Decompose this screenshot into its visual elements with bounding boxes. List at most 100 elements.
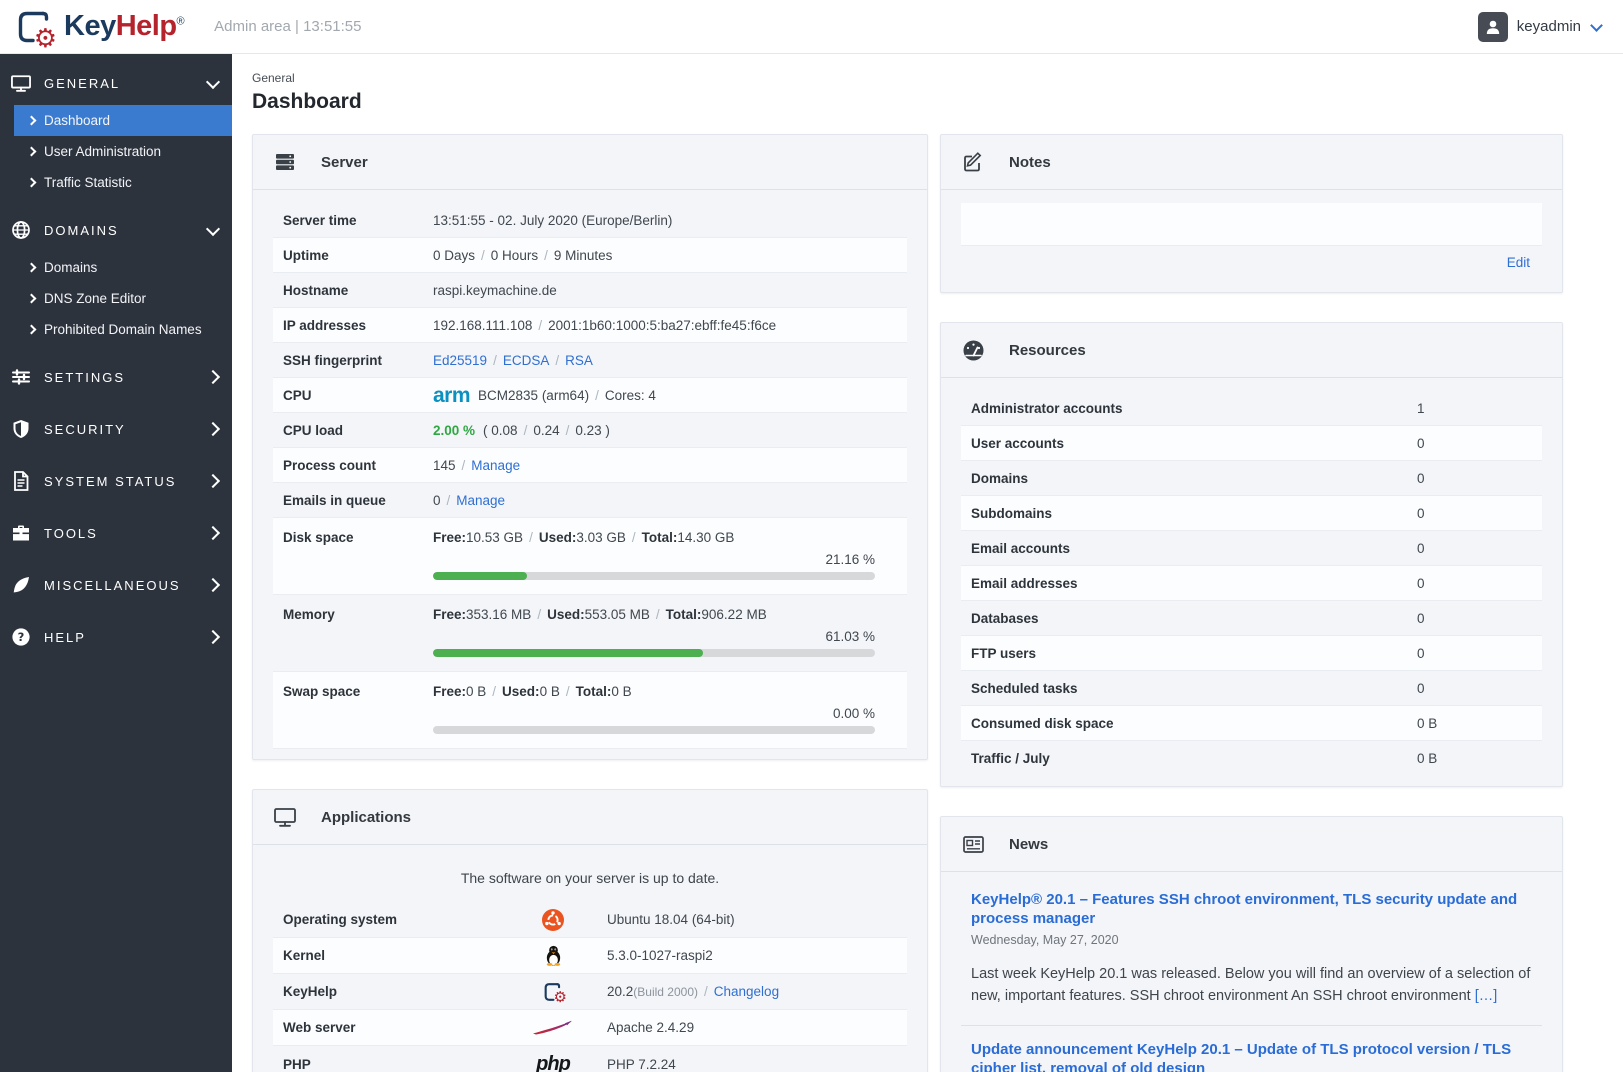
sidebar-section-label: MISCELLANEOUS [44, 577, 181, 593]
applications-panel-header: Applications [253, 790, 927, 845]
value-separator: / [446, 492, 451, 508]
ecdsa-link[interactable]: ECDSA [503, 353, 550, 368]
rsa-link[interactable]: RSA [565, 353, 593, 368]
disk-space-value-text: 10.53 GB [466, 529, 524, 545]
ftp-users-value: 0 [1417, 645, 1425, 661]
news-panel: News KeyHelp® 20.1 – Features SSH chroot… [940, 816, 1563, 1072]
memory-percent: 61.03 % [825, 629, 875, 644]
domains-label: Domains [971, 470, 1029, 486]
news-read-more-link[interactable]: […] [1475, 988, 1498, 1004]
hostname-label: Hostname [283, 282, 349, 298]
server-panel: Server Server time 13:51:55 - 02. July 20… [252, 134, 928, 760]
help-icon: ? [10, 627, 32, 647]
disk-space-percent: 21.16 % [825, 552, 875, 567]
disk-space-value-text: 14.30 GB [677, 529, 735, 545]
php-row: PHP php PHP 7.2.24 [273, 1046, 907, 1072]
php-label: PHP [283, 1056, 311, 1072]
news-title-link[interactable]: Update announcement KeyHelp 20.1 – Updat… [971, 1041, 1532, 1072]
swap-space-bar [433, 726, 875, 734]
user-accounts-value: 0 [1417, 435, 1425, 451]
value-separator: / [555, 352, 560, 368]
subdomains-value: 0 [1417, 505, 1425, 521]
user-menu[interactable]: keyadmin [1477, 11, 1623, 42]
kernel-row: Kernel 5.3.0-1027-raspi2 [273, 938, 907, 974]
traffic-july-value: 0 B [1417, 751, 1438, 766]
chevron-right-icon [26, 177, 37, 188]
sidebar-section-settings[interactable]: SETTINGS [0, 355, 232, 399]
keyhelp-row: KeyHelp ⚙ 20.2 (Build 2000) / Changelog [273, 974, 907, 1010]
sidebar-item-dashboard[interactable]: Dashboard [14, 105, 232, 136]
notes-edit-link[interactable]: Edit [1507, 255, 1530, 270]
cpu-label: CPU [283, 387, 312, 403]
news-item-excerpt: Last week KeyHelp 20.1 was released. Bel… [971, 965, 1531, 1004]
value-separator: / [538, 317, 543, 333]
sidebar-section-general[interactable]: GENERAL [0, 61, 232, 105]
sidebar-section-miscellaneous[interactable]: MISCELLANEOUS [0, 563, 232, 607]
sidebar-item-prohibited-domain-names[interactable]: Prohibited Domain Names [14, 314, 232, 345]
sidebar-item-domains[interactable]: Domains [14, 252, 232, 283]
uptime-value-text: 9 Minutes [553, 247, 613, 263]
resource-row-traffic-july: Traffic / July 0 B [961, 741, 1542, 776]
disk-space-value-text: Used: [538, 529, 577, 545]
sidebar-item-user-administration[interactable]: User Administration [14, 136, 232, 167]
sidebar-section-help[interactable]: ? HELP [0, 615, 232, 659]
sidebar-section-label: GENERAL [44, 75, 121, 91]
swap-space-percent: 0.00 % [832, 706, 875, 721]
cpu-row: CPU arm BCM2835 (arm64) / Cores: 4 [273, 378, 907, 413]
keyhelp-admin-page: ⚙ KeyHelp® Admin area | 13:51:55 keyadmi… [0, 0, 1623, 1072]
memory-bar-fill [433, 649, 703, 657]
sidebar-section-system-status[interactable]: SYSTEM STATUS [0, 459, 232, 503]
ftp-users-label: FTP users [971, 645, 1037, 661]
sidebar-item-label: Traffic Statistic [44, 175, 132, 190]
disk-space-bar-fill [433, 572, 527, 580]
ed25519-link[interactable]: Ed25519 [433, 353, 487, 368]
php-icon: php [536, 1052, 571, 1072]
server-time-value-text: 13:51:55 - 02. July 2020 (Europe/Berlin) [433, 212, 673, 228]
main-content: General Dashboard Server Server time 13:… [232, 53, 1623, 1072]
ip-addresses-row: IP addresses 192.168.111.108 / 2001:1b60:… [273, 308, 907, 343]
sidebar-section-domains[interactable]: DOMAINS [0, 208, 232, 252]
memory-row: Memory Free: 353.16 MB / Used: 553.05 MB … [273, 595, 907, 672]
sidebar-item-traffic-statistic[interactable]: Traffic Statistic [14, 167, 232, 198]
sidebar-section-security[interactable]: SECURITY [0, 407, 232, 451]
keyhelp-logo[interactable]: ⚙ KeyHelp® [0, 7, 185, 51]
ip-addresses-label: IP addresses [283, 317, 367, 333]
value-separator: / [631, 529, 636, 545]
user-avatar [1477, 11, 1508, 42]
doc-icon [10, 471, 32, 491]
operating-system-label: Operating system [283, 912, 398, 927]
emails-in-queue-row: Emails in queue 0 / Manage [273, 483, 907, 518]
sidebar-section-label: TOOLS [44, 525, 98, 541]
administrator-accounts-value: 1 [1417, 400, 1425, 416]
manage-link[interactable]: Manage [471, 458, 520, 473]
monitor-icon [10, 73, 32, 93]
email-addresses-label: Email addresses [971, 575, 1078, 591]
page-title: Dashboard [252, 90, 362, 113]
user-name: keyadmin [1516, 18, 1581, 35]
ip-addresses-value-text: 192.168.111.108 [433, 317, 533, 333]
resource-row-subdomains: Subdomains 0 [961, 496, 1542, 531]
uptime-value-text: 0 Hours [490, 247, 539, 263]
sidebar-section-label: DOMAINS [44, 222, 119, 238]
scheduled-tasks-value: 0 [1417, 680, 1425, 696]
applications-panel-title: Applications [321, 808, 412, 826]
svg-text:?: ? [18, 630, 25, 644]
traffic-july-label: Traffic / July [971, 751, 1050, 766]
process-count-value-text: 145 [433, 457, 456, 473]
memory-value-text: 906.22 MB [701, 606, 767, 622]
server-panel-header: Server [253, 135, 927, 190]
sidebar-item-dns-zone-editor[interactable]: DNS Zone Editor [14, 283, 232, 314]
memory-value-text: Used: [547, 606, 585, 622]
cpu-load-row: CPU load 2.00 % ( 0.08 / 0.24 / 0.23 ) [273, 413, 907, 448]
resource-row-administrator-accounts: Administrator accounts 1 [961, 391, 1542, 426]
swap-space-value-text: 0 B [539, 683, 560, 699]
chevron-right-icon [205, 577, 221, 593]
news-title-link[interactable]: KeyHelp® 20.1 – Features SSH chroot envi… [971, 891, 1532, 929]
cpu-load-percent: 2.00 % [433, 422, 476, 438]
sidebar-section-tools[interactable]: TOOLS [0, 511, 232, 555]
changelog-link[interactable]: Changelog [714, 984, 779, 999]
sidebar-item-label: Dashboard [44, 113, 111, 128]
software-uptodate-status: The software on your server is up to dat… [460, 870, 720, 886]
emails-in-queue-value-text: 0 [433, 492, 441, 508]
manage-link[interactable]: Manage [456, 493, 505, 508]
